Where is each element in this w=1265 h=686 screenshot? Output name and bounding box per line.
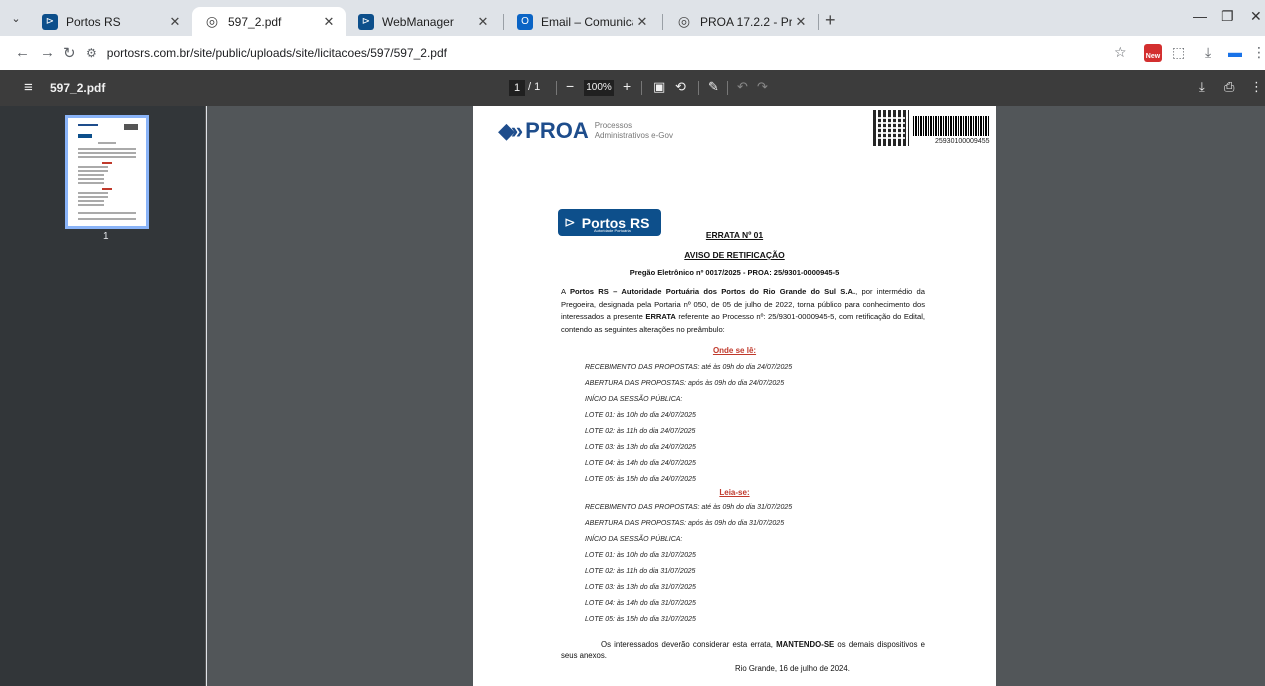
pdf-filename: 597_2.pdf — [50, 81, 106, 95]
extensions-puzzle-icon[interactable]: ⬚ — [1172, 44, 1185, 61]
tab-search-chevron-icon[interactable]: ⌄ — [8, 11, 24, 27]
tab-separator — [662, 14, 663, 30]
pdf-toolbar: ≡ 597_2.pdf 1 / 1 − 100% + ▣ ⟲ ✎ ↶ ↷ ⤓ ⎙… — [0, 70, 1265, 106]
zoom-in-icon[interactable]: + — [623, 78, 631, 94]
zoom-out-icon[interactable]: − — [566, 78, 574, 94]
tab-webmanager[interactable]: ⊳ WebManager ✕ — [346, 7, 500, 36]
list-item: RECEBIMENTO DAS PROPOSTAS: até às 09h do… — [585, 504, 793, 511]
pdf-page: ◆» PROA Processos Administrativos e-Gov … — [473, 106, 996, 686]
rotate-icon[interactable]: ⟲ — [675, 79, 686, 95]
proa-subtitle: Processos Administrativos e-Gov — [594, 121, 673, 140]
browser-toolbar: ← → ↻ ⚙ portosrs.com.br/site/public/uplo… — [0, 36, 1265, 70]
pdf-more-icon[interactable]: ⋮ — [1250, 79, 1263, 95]
list-item: LOTE 05: às 15h do dia 31/07/2025 — [585, 616, 696, 623]
close-icon[interactable]: ✕ — [474, 14, 492, 30]
forward-arrow-icon[interactable]: → — [40, 44, 55, 61]
closing-paragraph: Os interessados deverão considerar esta … — [561, 640, 925, 660]
divider — [698, 81, 699, 95]
list-item: ABERTURA DAS PROPOSTAS: após às 09h do d… — [585, 380, 785, 387]
tab-label: 597_2.pdf — [228, 14, 282, 29]
tab-separator — [818, 14, 819, 30]
extension-badge-label: New — [1145, 53, 1161, 60]
site-info-icon[interactable]: ⚙ — [86, 46, 97, 60]
close-icon[interactable]: ✕ — [166, 14, 184, 30]
list-item: LOTE 01: às 10h do dia 24/07/2025 — [585, 412, 696, 419]
url-text[interactable]: portosrs.com.br/site/public/uploads/site… — [107, 46, 447, 60]
restore-icon[interactable]: ❐ — [1221, 8, 1234, 25]
thumbnail-page-number: 1 — [103, 231, 109, 242]
list-item: ABERTURA DAS PROPOSTAS: após às 09h do d… — [585, 520, 785, 527]
close-icon[interactable]: ✕ — [320, 14, 338, 30]
list-item: INÍCIO DA SESSÃO PÚBLICA: — [585, 396, 683, 403]
browser-menu-icon[interactable]: ⋮ — [1252, 44, 1265, 61]
tab-label: Email – Comunicação Portos RS — [541, 14, 633, 29]
profile-icon[interactable]: ▬ — [1228, 44, 1242, 60]
zoom-input[interactable]: 100% — [584, 80, 614, 96]
list-item: INÍCIO DA SESSÃO PÚBLICA: — [585, 536, 683, 543]
list-item: LOTE 04: às 14h do dia 31/07/2025 — [585, 600, 696, 607]
bookmark-star-icon[interactable]: ☆ — [1114, 44, 1127, 61]
fit-page-icon[interactable]: ▣ — [653, 79, 665, 95]
divider — [556, 81, 557, 95]
pdf-download-icon[interactable]: ⤓ — [1199, 79, 1205, 95]
undo-icon[interactable]: ↶ — [737, 79, 748, 95]
globe-favicon-icon: ◎ — [205, 13, 219, 29]
reload-icon[interactable]: ↻ — [63, 44, 76, 62]
onde-se-le-heading: Onde se lê: — [712, 346, 757, 355]
portos-logo-icon: ⊳ — [564, 214, 576, 230]
list-item: LOTE 02: às 11h do dia 24/07/2025 — [585, 428, 696, 435]
tab-597-pdf[interactable]: ◎ 597_2.pdf ✕ — [192, 7, 346, 36]
document-title: ERRATA Nº 01 — [705, 230, 764, 240]
divider — [641, 81, 642, 95]
tab-strip: ⌄ ⊳ Portos RS ✕ ◎ 597_2.pdf ✕ ⊳ WebManag… — [0, 0, 1265, 36]
document-subtitle: AVISO DE RETIFICAÇÃO — [684, 250, 785, 260]
barcode-number: 25930100009455 — [935, 138, 990, 145]
tab-label: WebManager — [382, 14, 454, 29]
intro-paragraph: A Portos RS – Autoridade Portuária dos P… — [561, 287, 925, 334]
list-item: LOTE 03: às 13h do dia 31/07/2025 — [585, 584, 696, 591]
new-tab-icon[interactable]: + — [825, 10, 836, 31]
divider — [727, 81, 728, 95]
page-number-input[interactable]: 1 — [509, 80, 525, 96]
annotate-pen-icon[interactable]: ✎ — [708, 79, 719, 95]
list-item: RECEBIMENTO DAS PROPOSTAS: até às 09h do… — [585, 364, 793, 371]
pregao-reference: Pregão Eletrônico nº 0017/2025 - PROA: 2… — [629, 268, 840, 277]
portos-favicon-icon: ⊳ — [358, 13, 374, 30]
tab-email[interactable]: O Email – Comunicação Portos RS ✕ — [505, 7, 659, 36]
close-icon[interactable]: ✕ — [633, 14, 651, 30]
list-item: LOTE 04: às 14h do dia 24/07/2025 — [585, 460, 696, 467]
list-item: LOTE 02: às 11h do dia 31/07/2025 — [585, 568, 696, 575]
tab-proa[interactable]: ◎ PROA 17.2.2 - Processos Admin ✕ — [664, 7, 818, 36]
globe-favicon-icon: ◎ — [677, 13, 691, 29]
window-close-icon[interactable]: ✕ — [1250, 8, 1262, 25]
print-icon[interactable]: ⎙ — [1224, 79, 1234, 95]
outlook-favicon-icon: O — [517, 13, 533, 30]
tab-label: Portos RS — [66, 14, 121, 29]
proa-name: PROA — [525, 118, 589, 143]
download-icon[interactable]: ⤓ — [1205, 44, 1211, 61]
thumbnail-sidebar: 1 — [0, 106, 206, 686]
minimize-icon[interactable]: — — [1193, 8, 1207, 24]
tab-portos-rs[interactable]: ⊳ Portos RS ✕ — [30, 7, 192, 36]
back-arrow-icon[interactable]: ← — [15, 44, 30, 61]
extension-new-icon[interactable]: New — [1144, 44, 1162, 62]
list-item: LOTE 01: às 10h do dia 31/07/2025 — [585, 552, 696, 559]
proa-arrows-icon: ◆» — [498, 118, 523, 143]
proa-logo: ◆» PROA Processos Administrativos e-Gov — [498, 118, 673, 144]
page-thumbnail[interactable] — [65, 115, 149, 229]
address-bar[interactable]: ⚙ portosrs.com.br/site/public/uploads/si… — [86, 40, 1106, 66]
tab-separator — [503, 14, 504, 30]
portos-favicon-icon: ⊳ — [42, 13, 58, 30]
tab-label: PROA 17.2.2 - Processos Admin — [700, 14, 792, 29]
list-item: LOTE 03: às 13h do dia 24/07/2025 — [585, 444, 696, 451]
barcode-icon — [913, 116, 989, 136]
redo-icon[interactable]: ↷ — [757, 79, 768, 95]
qr-code-icon — [873, 110, 909, 146]
list-item: LOTE 05: às 15h do dia 24/07/2025 — [585, 476, 696, 483]
sidebar-menu-icon[interactable]: ≡ — [24, 79, 33, 96]
close-icon[interactable]: ✕ — [792, 14, 810, 30]
page-total: / 1 — [528, 81, 541, 93]
leia-se-heading: Leia-se: — [719, 488, 750, 497]
signature-line: Rio Grande, 16 de julho de 2024. — [735, 664, 850, 673]
